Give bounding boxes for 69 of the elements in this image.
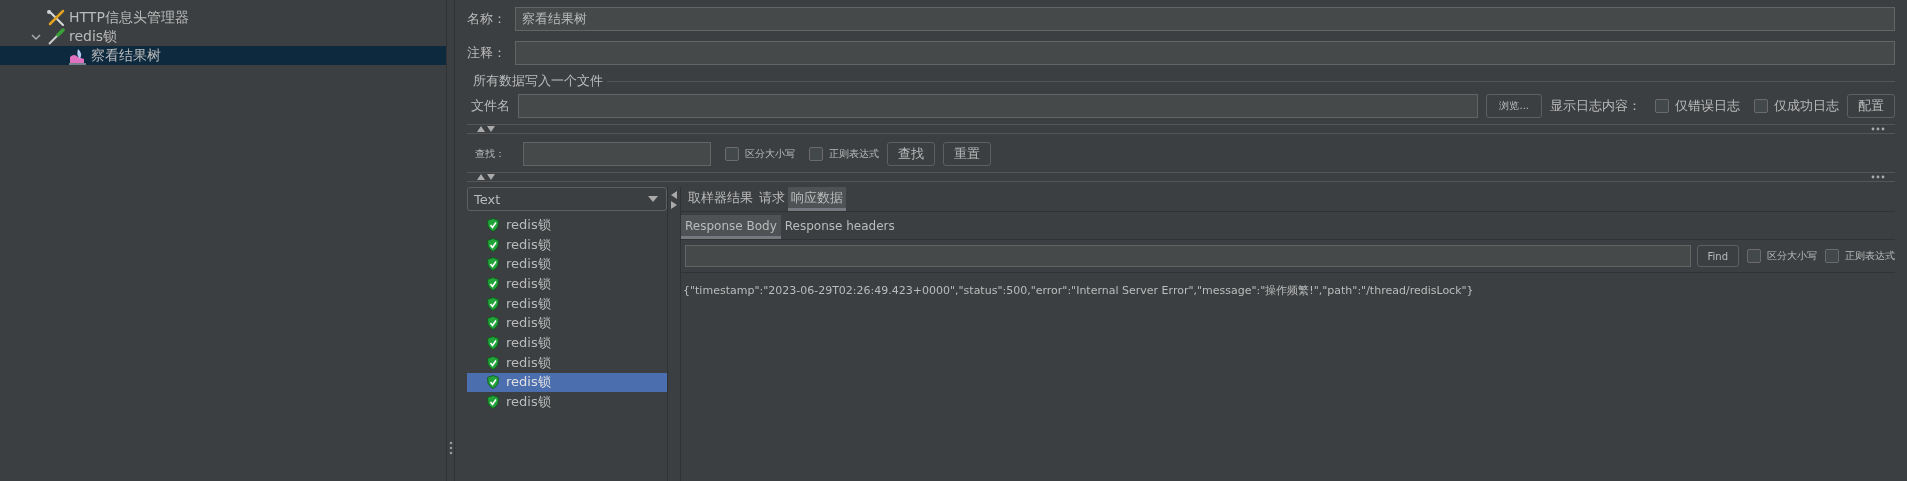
find-button[interactable]: Find xyxy=(1696,245,1739,267)
search-button[interactable]: 查找 xyxy=(887,142,935,166)
checkbox-label: 正则表达式 xyxy=(1845,249,1895,263)
checkbox[interactable] xyxy=(1754,99,1768,113)
collapse-arrows-icon[interactable] xyxy=(477,174,495,180)
log-label: 显示日志内容： xyxy=(1550,97,1641,115)
filename-field[interactable] xyxy=(518,94,1479,118)
renderer-dropdown[interactable]: Text xyxy=(467,187,667,211)
chevron-icon[interactable] xyxy=(31,32,41,41)
sample-item[interactable]: redis锁 xyxy=(467,293,667,314)
search-field[interactable] xyxy=(523,142,711,166)
sample-item[interactable]: redis锁 xyxy=(467,392,667,412)
sample-item[interactable]: redis锁 xyxy=(467,313,667,334)
expand-right-icon[interactable] xyxy=(671,201,677,209)
sample-item[interactable]: redis锁 xyxy=(467,372,667,393)
sample-item[interactable]: redis锁 xyxy=(467,333,667,353)
shield-check-icon xyxy=(487,375,499,390)
shield-check-icon xyxy=(487,237,499,252)
browse-button[interactable]: 浏览... xyxy=(1486,94,1542,118)
sample-item[interactable]: redis锁 xyxy=(467,274,667,294)
response-body-text: {"timestamp":"2023-06-29T02:26:49.423+0000","status":500,"error":"Internal Server Error","message":"操作频繁!","path":"/thread/redisLock"} xyxy=(682,283,1475,299)
tab[interactable]: Response headers xyxy=(780,215,899,239)
shield-check-icon xyxy=(487,217,499,232)
checkbox-label: 正则表达式 xyxy=(829,147,879,161)
config-button[interactable]: 配置 xyxy=(1847,94,1895,118)
field-label: 注释： xyxy=(467,44,507,62)
search-label: 查找： xyxy=(475,147,505,161)
shield-check-icon xyxy=(487,316,499,331)
tools-icon xyxy=(46,8,66,27)
checkbox[interactable] xyxy=(1825,249,1839,263)
sample-item[interactable]: redis锁 xyxy=(467,352,667,373)
dropdown-caret-icon xyxy=(648,196,658,202)
pipette-icon xyxy=(46,27,66,46)
tree-item[interactable]: redis锁 xyxy=(0,27,446,46)
field-label: 文件名 xyxy=(471,97,510,115)
tab[interactable]: 请求 xyxy=(756,187,788,211)
tree-item[interactable]: HTTP信息头管理器 xyxy=(0,8,446,27)
shield-check-icon xyxy=(487,257,499,272)
grip-icon[interactable] xyxy=(448,441,453,455)
checkbox-label: 仅成功日志 xyxy=(1774,97,1839,115)
shield-check-icon xyxy=(487,276,499,291)
checkbox[interactable] xyxy=(1747,249,1761,263)
sample-item[interactable]: redis锁 xyxy=(467,254,667,275)
collapse-left-icon[interactable] xyxy=(671,191,677,199)
checkbox[interactable] xyxy=(725,147,739,161)
search-button[interactable]: 重置 xyxy=(943,142,991,166)
grip-icon[interactable] xyxy=(1871,127,1885,131)
shield-check-icon xyxy=(487,355,499,370)
checkbox-label: 区分大小写 xyxy=(745,147,795,161)
shield-check-icon xyxy=(487,335,499,350)
field-label: 名称： xyxy=(467,10,507,28)
tree-item[interactable]: 察看结果树 xyxy=(0,46,446,65)
sample-item[interactable]: redis锁 xyxy=(467,215,667,235)
group-title: 所有数据写入一个文件 xyxy=(473,72,603,90)
find-field[interactable] xyxy=(685,245,1691,267)
checkbox[interactable] xyxy=(809,147,823,161)
shield-check-icon xyxy=(487,296,499,311)
grip-icon[interactable] xyxy=(1871,175,1885,179)
collapse-arrows-icon[interactable] xyxy=(477,126,495,132)
name-field[interactable]: 察看结果树 xyxy=(515,7,1895,31)
checkbox-label: 区分大小写 xyxy=(1767,249,1817,263)
tab[interactable]: Response Body xyxy=(681,215,781,239)
shield-check-icon xyxy=(487,395,499,410)
checkbox-label: 仅错误日志 xyxy=(1675,97,1740,115)
sample-item[interactable]: redis锁 xyxy=(467,234,667,255)
comment-field[interactable] xyxy=(515,41,1895,65)
tab[interactable]: 取样器结果 xyxy=(685,187,756,211)
tab[interactable]: 响应数据 xyxy=(788,187,846,211)
checkbox[interactable] xyxy=(1655,99,1669,113)
